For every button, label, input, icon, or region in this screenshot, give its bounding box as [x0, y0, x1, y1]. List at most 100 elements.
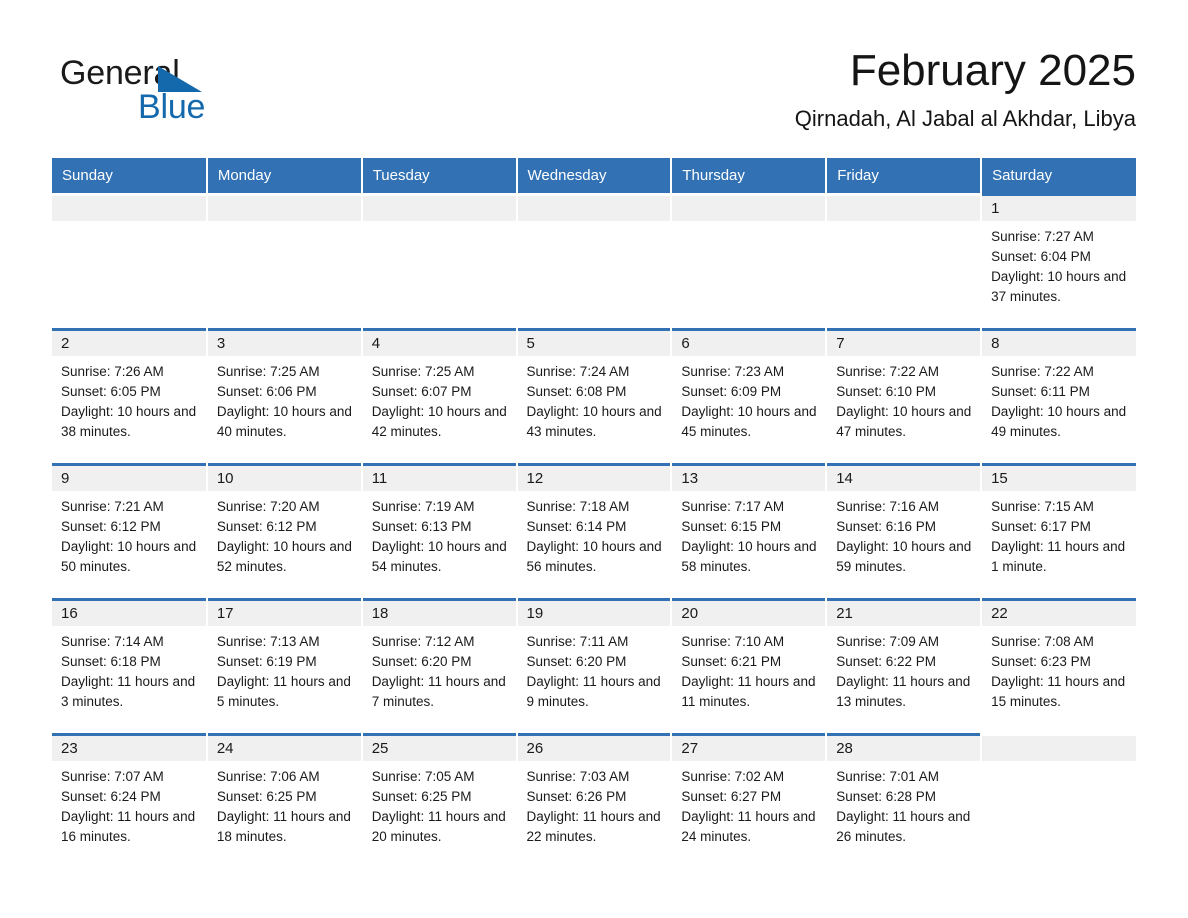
- sunset-text: Sunset: 6:25 PM: [371, 789, 472, 804]
- calendar-day[interactable]: 18 Sunrise: 7:12 AM Sunset: 6:20 PM Dayligh…: [362, 598, 516, 733]
- calendar-day[interactable]: 21 Sunrise: 7:09 AM Sunset: 6:22 PM Dayligh…: [827, 598, 981, 733]
- sunrise-text: Sunrise: 7:15 AM: [991, 499, 1094, 514]
- calendar-header-row: Sunday Monday Tuesday Wednesday Thursday…: [52, 158, 1136, 193]
- calendar-day[interactable]: 13 Sunrise: 7:17 AM Sunset: 6:15 PM Dayligh…: [672, 463, 826, 598]
- day-number: [362, 196, 516, 221]
- sunset-text: Sunset: 6:25 PM: [216, 789, 317, 804]
- calendar-day[interactable]: 4 Sunrise: 7:25 AM Sunset: 6:07 PM Daylight…: [362, 328, 516, 463]
- calendar-cell: [826, 193, 983, 328]
- calendar-day-empty: [672, 193, 826, 328]
- calendar-cell: 12 Sunrise: 7:18 AM Sunset: 6:14 PM Dayligh…: [516, 463, 673, 598]
- calendar-day[interactable]: 28 Sunrise: 7:01 AM Sunset: 6:28 PM Dayligh…: [827, 733, 981, 868]
- calendar-cell: 20 Sunrise: 7:10 AM Sunset: 6:21 PM Dayligh…: [671, 598, 828, 733]
- sunrise-text: Sunrise: 7:26 AM: [61, 364, 164, 379]
- calendar-cell: 28 Sunrise: 7:01 AM Sunset: 6:28 PM Dayligh…: [826, 733, 983, 868]
- calendar-day[interactable]: 1 Sunrise: 7:27 AM Sunset: 6:04 PM Daylight…: [982, 193, 1136, 328]
- day-details: Sunrise: 7:11 AM Sunset: 6:20 PM Daylight:…: [518, 626, 671, 712]
- calendar-day[interactable]: 26 Sunrise: 7:03 AM Sunset: 6:26 PM Dayligh…: [517, 733, 671, 868]
- daylight-text: Daylight: 11 hours and 22 minutes.: [526, 809, 661, 844]
- calendar-cell: 26 Sunrise: 7:03 AM Sunset: 6:26 PM Dayligh…: [516, 733, 673, 868]
- daylight-text: Daylight: 10 hours and 43 minutes.: [526, 404, 662, 439]
- calendar-day[interactable]: 22 Sunrise: 7:08 AM Sunset: 6:23 PM Dayligh…: [982, 598, 1136, 733]
- sunrise-text: Sunrise: 7:13 AM: [216, 634, 320, 649]
- weekday-header-wednesday: Wednesday: [516, 158, 673, 193]
- day-number: [52, 196, 206, 221]
- sunset-text: Sunset: 6:05 PM: [61, 384, 161, 399]
- calendar-day[interactable]: 2 Sunrise: 7:26 AM Sunset: 6:05 PM Daylight…: [52, 328, 206, 463]
- daylight-text: Daylight: 10 hours and 42 minutes.: [371, 404, 507, 439]
- day-number: 11: [362, 466, 516, 491]
- weekday-header-saturday: Saturday: [981, 158, 1136, 193]
- day-details: Sunrise: 7:23 AM Sunset: 6:09 PM Daylight:…: [672, 356, 825, 442]
- calendar-day[interactable]: 17 Sunrise: 7:13 AM Sunset: 6:19 PM Dayligh…: [207, 598, 361, 733]
- calendar-day[interactable]: 6 Sunrise: 7:23 AM Sunset: 6:09 PM Daylight…: [672, 328, 826, 463]
- sunset-text: Sunset: 6:12 PM: [216, 519, 317, 534]
- calendar-cell: 16 Sunrise: 7:14 AM Sunset: 6:18 PM Dayligh…: [52, 598, 208, 733]
- calendar-cell: 1 Sunrise: 7:27 AM Sunset: 6:04 PM Daylight…: [981, 193, 1136, 328]
- calendar-day[interactable]: 15 Sunrise: 7:15 AM Sunset: 6:17 PM Dayligh…: [982, 463, 1136, 598]
- daylight-text: Daylight: 11 hours and 20 minutes.: [371, 809, 506, 844]
- day-details: Sunrise: 7:27 AM Sunset: 6:04 PM Daylight:…: [982, 221, 1136, 307]
- sunset-text: Sunset: 6:10 PM: [836, 384, 937, 399]
- calendar-day[interactable]: 19 Sunrise: 7:11 AM Sunset: 6:20 PM Dayligh…: [517, 598, 671, 733]
- calendar-page: General Blue February 2025 Qirnadah, Al …: [0, 0, 1188, 918]
- calendar-day[interactable]: 14 Sunrise: 7:16 AM Sunset: 6:16 PM Dayligh…: [827, 463, 981, 598]
- sunrise-text: Sunrise: 7:17 AM: [681, 499, 785, 514]
- calendar-day[interactable]: 23 Sunrise: 7:07 AM Sunset: 6:24 PM Dayligh…: [52, 733, 206, 868]
- sunset-text: Sunset: 6:09 PM: [681, 384, 782, 399]
- calendar-day[interactable]: 8 Sunrise: 7:22 AM Sunset: 6:11 PM Daylight…: [982, 328, 1136, 463]
- sunrise-text: Sunrise: 7:05 AM: [371, 769, 475, 784]
- day-details: Sunrise: 7:01 AM Sunset: 6:28 PM Daylight:…: [827, 761, 980, 847]
- calendar-cell: 7 Sunrise: 7:22 AM Sunset: 6:10 PM Daylight…: [826, 328, 983, 463]
- day-details: Sunrise: 7:02 AM Sunset: 6:27 PM Daylight:…: [672, 761, 825, 847]
- calendar-day[interactable]: 5 Sunrise: 7:24 AM Sunset: 6:08 PM Daylight…: [517, 328, 671, 463]
- calendar-day[interactable]: 9 Sunrise: 7:21 AM Sunset: 6:12 PM Daylight…: [52, 463, 206, 598]
- calendar-cell: 17 Sunrise: 7:13 AM Sunset: 6:19 PM Dayligh…: [206, 598, 363, 733]
- calendar-day[interactable]: 12 Sunrise: 7:18 AM Sunset: 6:14 PM Dayligh…: [517, 463, 671, 598]
- day-details: Sunrise: 7:10 AM Sunset: 6:21 PM Daylight:…: [672, 626, 825, 712]
- calendar-week-row: 1 Sunrise: 7:27 AM Sunset: 6:04 PM Daylight…: [52, 193, 1136, 328]
- day-number: [672, 196, 826, 221]
- sunset-text: Sunset: 6:22 PM: [836, 654, 937, 669]
- day-number: 20: [672, 601, 826, 626]
- day-number: 5: [517, 331, 671, 356]
- sunset-text: Sunset: 6:07 PM: [371, 384, 472, 399]
- calendar-day[interactable]: 20 Sunrise: 7:10 AM Sunset: 6:21 PM Dayligh…: [672, 598, 826, 733]
- daylight-text: Daylight: 10 hours and 58 minutes.: [681, 539, 817, 574]
- sunrise-text: Sunrise: 7:03 AM: [526, 769, 630, 784]
- sunrise-text: Sunrise: 7:16 AM: [836, 499, 940, 514]
- daylight-text: Daylight: 10 hours and 50 minutes.: [61, 539, 197, 574]
- calendar-cell: [52, 193, 208, 328]
- calendar-week-row: 23 Sunrise: 7:07 AM Sunset: 6:24 PM Dayligh…: [52, 733, 1136, 868]
- calendar-cell: [981, 733, 1136, 868]
- day-number: 9: [52, 466, 206, 491]
- calendar-cell: 25 Sunrise: 7:05 AM Sunset: 6:25 PM Dayligh…: [361, 733, 518, 868]
- calendar-day[interactable]: 25 Sunrise: 7:05 AM Sunset: 6:25 PM Dayligh…: [362, 733, 516, 868]
- calendar-cell: 19 Sunrise: 7:11 AM Sunset: 6:20 PM Dayligh…: [516, 598, 673, 733]
- sunrise-text: Sunrise: 7:27 AM: [991, 229, 1094, 244]
- calendar-day-empty: [517, 193, 671, 328]
- sunrise-text: Sunrise: 7:22 AM: [991, 364, 1094, 379]
- calendar-day-empty: [362, 193, 516, 328]
- calendar-cell: 15 Sunrise: 7:15 AM Sunset: 6:17 PM Dayligh…: [981, 463, 1136, 598]
- calendar-day-empty: [207, 193, 361, 328]
- day-number: 26: [517, 736, 671, 761]
- calendar-day[interactable]: 27 Sunrise: 7:02 AM Sunset: 6:27 PM Dayligh…: [672, 733, 826, 868]
- calendar-cell: 22 Sunrise: 7:08 AM Sunset: 6:23 PM Dayligh…: [981, 598, 1136, 733]
- sunrise-text: Sunrise: 7:11 AM: [526, 634, 629, 649]
- calendar-day[interactable]: 24 Sunrise: 7:06 AM Sunset: 6:25 PM Dayligh…: [207, 733, 361, 868]
- calendar-day[interactable]: 3 Sunrise: 7:25 AM Sunset: 6:06 PM Daylight…: [207, 328, 361, 463]
- calendar-day[interactable]: 11 Sunrise: 7:19 AM Sunset: 6:13 PM Dayligh…: [362, 463, 516, 598]
- day-details: Sunrise: 7:18 AM Sunset: 6:14 PM Daylight:…: [518, 491, 671, 577]
- calendar-day[interactable]: 16 Sunrise: 7:14 AM Sunset: 6:18 PM Dayligh…: [52, 598, 206, 733]
- day-number: 2: [52, 331, 206, 356]
- calendar-cell: [516, 193, 673, 328]
- calendar-day[interactable]: 10 Sunrise: 7:20 AM Sunset: 6:12 PM Dayligh…: [207, 463, 361, 598]
- generalblue-logo: General Blue: [60, 54, 320, 130]
- daylight-text: Daylight: 10 hours and 37 minutes.: [991, 269, 1127, 304]
- weekday-header-thursday: Thursday: [671, 158, 828, 193]
- daylight-text: Daylight: 11 hours and 26 minutes.: [836, 809, 971, 844]
- sunset-text: Sunset: 6:23 PM: [991, 654, 1091, 669]
- calendar-day[interactable]: 7 Sunrise: 7:22 AM Sunset: 6:10 PM Daylight…: [827, 328, 981, 463]
- calendar-cell: 11 Sunrise: 7:19 AM Sunset: 6:13 PM Dayligh…: [361, 463, 518, 598]
